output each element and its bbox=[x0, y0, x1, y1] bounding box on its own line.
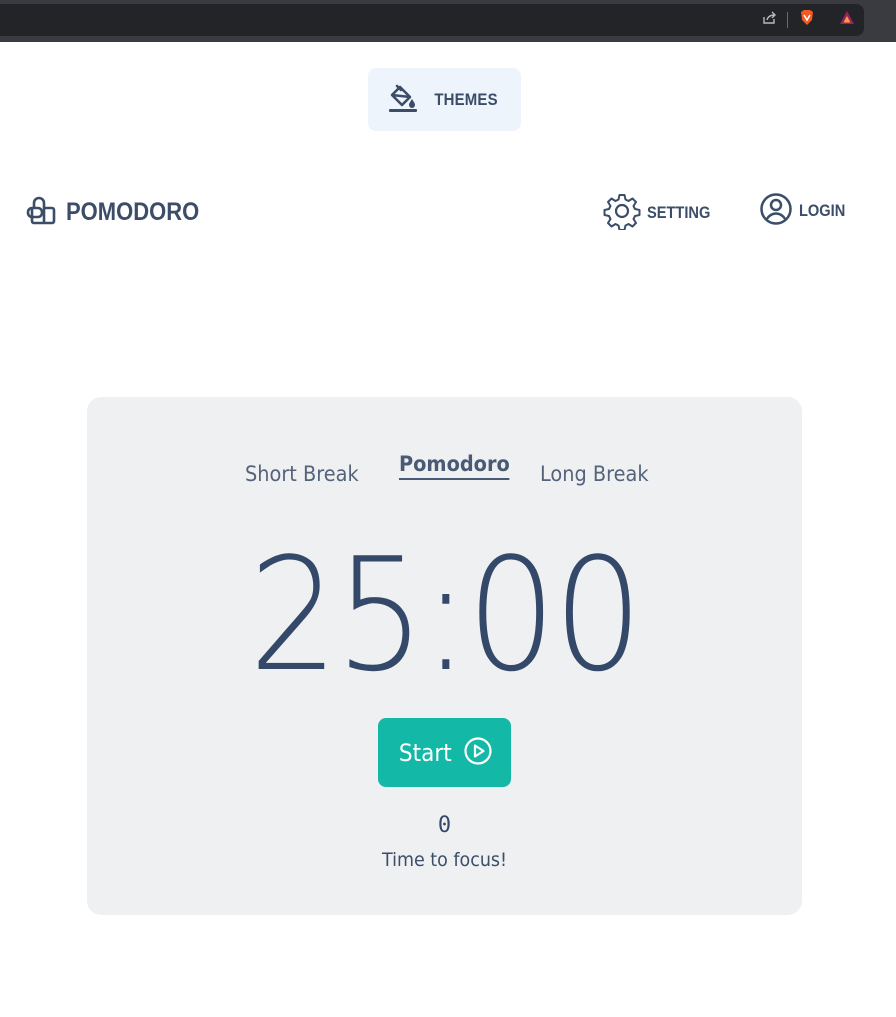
play-circle-icon bbox=[463, 736, 493, 770]
timer-card: Short Break Pomodoro Long Break 25:00 St… bbox=[87, 397, 802, 915]
setting-label: SETTING bbox=[647, 203, 711, 222]
user-circle-icon bbox=[759, 192, 793, 230]
start-label: Start bbox=[399, 738, 452, 767]
paint-bucket-icon bbox=[386, 82, 418, 118]
browser-tools bbox=[761, 9, 856, 31]
app-logo[interactable]: POMODORO bbox=[26, 194, 217, 230]
themes-button[interactable]: THEMES bbox=[368, 68, 521, 131]
setting-button[interactable]: SETTING bbox=[603, 192, 721, 234]
mode-tabs: Short Break Pomodoro Long Break bbox=[87, 447, 802, 497]
app-title: POMODORO bbox=[66, 197, 200, 226]
start-button[interactable]: Start bbox=[378, 718, 511, 787]
themes-label: THEMES bbox=[434, 89, 499, 109]
tab-short-break[interactable]: Short Break bbox=[245, 462, 359, 486]
timer-display: 25:00 bbox=[248, 524, 643, 706]
login-button[interactable]: LOGIN bbox=[759, 192, 853, 230]
gear-icon bbox=[603, 192, 641, 234]
tab-pomodoro[interactable]: Pomodoro bbox=[399, 452, 510, 480]
address-bar[interactable] bbox=[0, 4, 864, 36]
brave-shield-icon[interactable] bbox=[798, 9, 816, 31]
brave-rewards-icon[interactable] bbox=[838, 9, 856, 31]
toolbar-separator bbox=[787, 12, 788, 28]
login-label: LOGIN bbox=[799, 201, 846, 220]
pomodoro-logo-icon bbox=[26, 194, 58, 230]
app-header: POMODORO SETTING LOGIN bbox=[0, 190, 896, 235]
share-icon[interactable] bbox=[761, 10, 777, 30]
session-message: Time to focus! bbox=[381, 849, 508, 871]
tab-long-break[interactable]: Long Break bbox=[540, 462, 649, 486]
browser-toolbar bbox=[0, 0, 896, 42]
session-count: 0 bbox=[437, 813, 452, 838]
